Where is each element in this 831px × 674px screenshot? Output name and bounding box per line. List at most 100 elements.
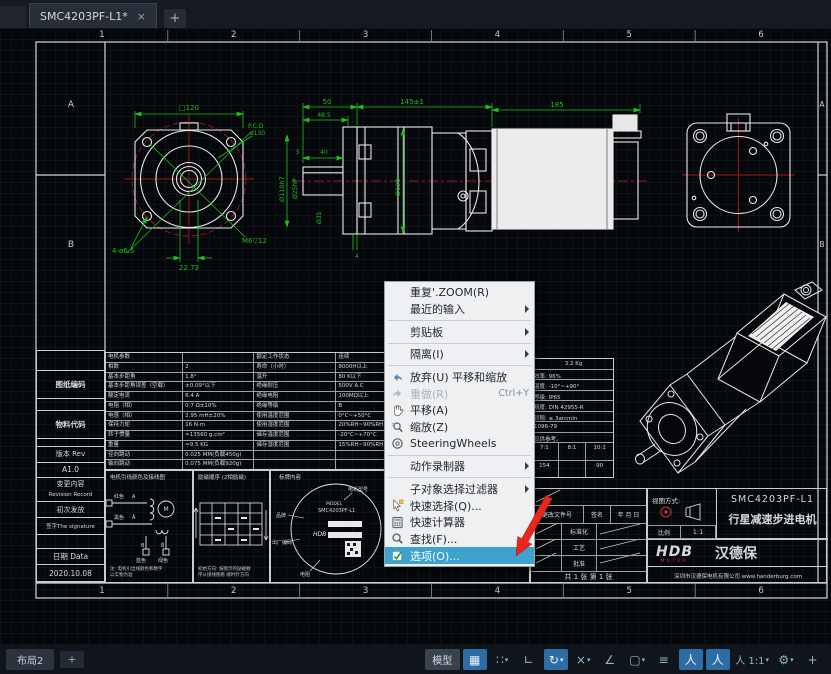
gear-row: 1096-79	[531, 421, 613, 432]
pan-hand-icon	[385, 404, 410, 417]
param-label-2	[254, 460, 336, 469]
param-label-2: 绝缘耐压	[254, 382, 336, 391]
quick-select-icon	[385, 499, 410, 512]
zone-number: 3	[300, 30, 432, 42]
gear-ratio-values: 15490	[531, 460, 613, 478]
caret-icon: ▾	[560, 656, 564, 664]
gear-row: 等级: IP65	[531, 390, 613, 401]
zone-number: 1	[36, 30, 168, 42]
tab-close-icon[interactable]: ×	[137, 10, 146, 23]
status-glyph: ↻	[549, 653, 559, 667]
param-label: 保持力矩	[106, 421, 183, 430]
part-number: SMC4203PF-L1	[717, 494, 828, 505]
menu-item-redo: 重做(R) Ctrl+Y	[385, 386, 534, 403]
status-glyph: 人	[712, 651, 724, 668]
ratio-header: 10:1	[586, 443, 613, 460]
lineweight-button[interactable]: ≡	[652, 649, 676, 670]
wiring-panel: 电机引线颜色及接线图 注: 电机引出线颜色和数字 以实物为准	[105, 470, 193, 583]
param-label: 基本步距角误差（空载）	[106, 382, 183, 391]
company-line: 深圳市汉德保电机有限公司 www.handerburg.com	[648, 566, 828, 584]
customization-gear-button[interactable]: ⚙ ▾	[774, 649, 798, 670]
menu-item-repeat-zoom[interactable]: 重复'.ZOOM(R)	[385, 284, 534, 301]
ortho-mode-button[interactable]: ∟	[517, 649, 541, 670]
param-label-2	[254, 451, 336, 460]
menu-item-undo[interactable]: 放弃(U) 平移和缩放	[385, 369, 534, 386]
caret-icon: ▾	[642, 656, 646, 664]
redo-icon	[385, 387, 410, 400]
zone-letter-a-right: A	[816, 100, 828, 109]
status-glyph: ∟	[524, 653, 534, 667]
menu-item-quick-select[interactable]: 快速选择(Q)...	[385, 497, 534, 514]
menu-separator	[388, 320, 531, 321]
snap-mode-button[interactable]: ∷ ▾	[490, 649, 514, 670]
param-value: 2.95 mH±20%	[183, 412, 254, 421]
dynamic-input-button[interactable]: ▢ ▾	[625, 649, 649, 670]
menu-item-clipboard[interactable]: 剪贴板	[385, 323, 534, 340]
menu-item-recent-input[interactable]: 最近的输入	[385, 301, 534, 318]
dim-4: 4	[355, 253, 359, 260]
document-tab-label: SMC4203PF-L1*	[40, 10, 128, 23]
param-label-2: 使用湿度范围	[254, 421, 336, 430]
date-label: 日期 Data	[37, 548, 104, 566]
menu-item-steeringwheels[interactable]: SteeringWheels	[385, 435, 534, 452]
status-customize-button[interactable]: +	[801, 649, 825, 670]
submenu-arrow-icon	[525, 328, 529, 336]
layout-tab[interactable]: 布局2	[6, 649, 54, 670]
approve-label: 批准	[562, 556, 597, 571]
menu-item-zoom[interactable]: ± 缩放(Z)	[385, 419, 534, 436]
submenu-arrow-icon	[525, 485, 529, 493]
standardization-label: 标准化	[562, 524, 597, 539]
menu-item-subobject-filter[interactable]: 子对象选择过滤器	[385, 481, 534, 498]
param-label: 电阻（相）	[106, 402, 183, 411]
status-glyph: +	[807, 653, 817, 667]
param-label-2: 寿命（小时）	[254, 363, 336, 372]
param-label-2: 储存温度范围	[254, 431, 336, 440]
side-view: 50 48.5 145±1 185 5 40 Ø25h7 Ø35 Ø120 4	[292, 98, 650, 260]
param-label-2: 温升	[254, 373, 336, 382]
model-space-button[interactable]: 模型	[425, 649, 460, 670]
annotation-scale-button[interactable]: 人 1:1 ▾	[733, 649, 771, 670]
object-snap-tracking-button[interactable]: × ▾	[571, 649, 595, 670]
object-snap-button[interactable]: ∠	[598, 649, 622, 670]
menu-item-pan[interactable]: 平移(A)	[385, 402, 534, 419]
document-tab[interactable]: SMC4203PF-L1* ×	[29, 3, 157, 28]
dim-48-5: 48.5	[317, 112, 331, 119]
param-label: 轴向跳动	[106, 460, 183, 469]
dim-50: 50	[323, 98, 332, 106]
zone-letter-b-right: B	[816, 240, 828, 249]
annotation-autoscale-button[interactable]: 人	[706, 649, 730, 670]
context-menu: 重复'.ZOOM(R) 最近的输入 剪贴板 隔离(I) 放弃(U) 平移和缩放 …	[384, 281, 535, 567]
param-value: 0.7 Ω±10%	[183, 402, 254, 411]
dim-40: 40	[320, 149, 328, 156]
grid-display-button[interactable]: ▦	[463, 649, 487, 670]
param-value: 0.075 MM(负载920g)	[183, 460, 254, 469]
gear-row: 3.2 Kg	[531, 359, 613, 369]
calculator-icon	[385, 516, 410, 529]
menu-item-action-recorder[interactable]: 动作录制器	[385, 458, 534, 475]
menu-item-options[interactable]: 选项(O)...	[385, 547, 534, 564]
process-label: 工艺	[562, 540, 597, 555]
param-value: ≈13560 g.cm²	[183, 431, 254, 440]
polar-tracking-button[interactable]: ↻ ▾	[544, 649, 568, 670]
material-code-label: 物料代码	[37, 410, 104, 439]
dim-pilot: Ø110h7	[278, 176, 286, 202]
menu-item-quick-calc[interactable]: 快速计算器	[385, 514, 534, 531]
annotation-visibility-button[interactable]: 人	[679, 649, 703, 670]
dim-pcd-1: P.C.D	[248, 123, 264, 130]
param-label-2: 使用温度范围	[254, 412, 336, 421]
wiring-panel-title: 电机引线颜色及接线图	[106, 471, 192, 482]
menu-item-isolate[interactable]: 隔离(I)	[385, 346, 534, 363]
menu-item-find[interactable]: 查找(F)...	[385, 531, 534, 548]
status-glyph: ▦	[469, 653, 480, 667]
param-label-2: 绝缘电阻	[254, 392, 336, 401]
new-tab-button[interactable]: +	[164, 9, 186, 28]
rear-view	[682, 114, 795, 232]
gear-row: 背隙: ≤ 3arcmin	[531, 411, 613, 422]
layout-tabbar: 布局2 +	[6, 649, 84, 670]
zone-number: 3	[300, 586, 432, 598]
menu-separator	[388, 455, 531, 456]
status-glyph: ⚙	[778, 653, 789, 667]
param-label: 径向跳动	[106, 451, 183, 460]
zone-number: 6	[695, 30, 827, 42]
layout-add-button[interactable]: +	[60, 651, 83, 668]
